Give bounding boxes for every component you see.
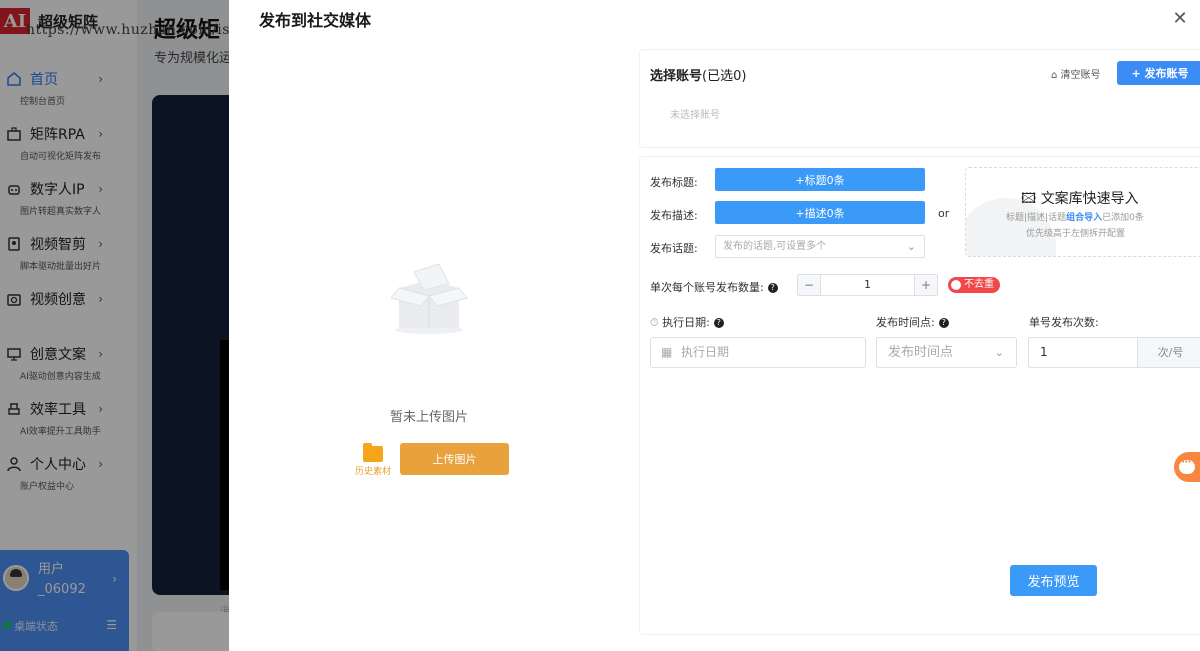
count-label: 单次每个账号发布数量:?	[650, 279, 778, 295]
clear-accounts-label: 清空账号	[1060, 70, 1101, 81]
date-placeholder: 执行日期	[681, 345, 730, 359]
decrement-button[interactable]: −	[798, 275, 820, 295]
import-desc-pre: 标题|描述|话题	[1006, 213, 1067, 223]
image-upload-panel: 暂未上传图片 历史素材 上传图片	[229, 48, 629, 634]
dedup-toggle[interactable]: 不去重	[948, 277, 1000, 293]
publish-preview-button[interactable]: 发布预览	[1010, 565, 1097, 596]
import-title: 🖾 文案库快速导入	[1021, 188, 1139, 212]
chevron-down-icon: ⌄	[994, 346, 1004, 359]
copy-library-import[interactable]: 🖾 文案库快速导入 标题|描述|话题组合导入已添加0条 优先级高于左侧拆开配置	[965, 167, 1200, 257]
history-materials-label: 历史素材	[354, 467, 391, 477]
date-label-text: 执行日期:	[662, 316, 710, 329]
count-value[interactable]: 1	[820, 275, 915, 295]
times-input[interactable]: 1 次/号	[1028, 337, 1200, 368]
date-label: ⏱ 执行日期:?	[650, 314, 724, 330]
desc-label: 发布描述:	[650, 209, 698, 222]
publish-form: 发布标题: +标题0条 发布描述: +描述0条 发布话题: 发布的话题,可设置多…	[639, 156, 1200, 635]
import-priority-note: 优先级高于左侧拆开配置	[1026, 229, 1126, 239]
time-placeholder: 发布时间点	[888, 345, 954, 360]
chat-support-button[interactable]	[1174, 452, 1200, 482]
increment-button[interactable]: +	[915, 275, 937, 295]
calendar-icon: ▦	[661, 345, 673, 359]
close-icon[interactable]: ✕	[1170, 8, 1190, 29]
or-text: or	[938, 207, 950, 220]
drawer-title: 发布到社交媒体	[259, 11, 372, 30]
time-select[interactable]: 发布时间点 ⌄	[876, 337, 1017, 368]
empty-state-text: 暂未上传图片	[389, 410, 468, 425]
account-selected-count: (已选0)	[702, 69, 747, 84]
import-desc-post: 已添加0条	[1102, 213, 1144, 223]
chevron-down-icon: ⌄	[906, 240, 916, 253]
topic-placeholder: 发布的话题,可设置多个	[723, 241, 827, 252]
time-label: 发布时间点:?	[876, 314, 949, 330]
count-label-text: 单次每个账号发布数量:	[650, 281, 764, 294]
import-desc: 标题|描述|话题组合导入已添加0条	[1006, 210, 1144, 223]
help-icon[interactable]: ?	[767, 283, 778, 293]
history-materials-button[interactable]: 历史素材	[353, 443, 393, 482]
times-value[interactable]: 1	[1040, 345, 1048, 359]
add-account-button[interactable]: + 发布账号	[1117, 61, 1200, 85]
lock-icon: ⌂	[1051, 70, 1061, 81]
image-icon: 🖾	[1021, 191, 1041, 207]
date-picker[interactable]: ▦ 执行日期	[650, 337, 866, 368]
account-title: 选择账号(已选0)	[650, 65, 746, 84]
chat-icon	[1179, 458, 1195, 474]
no-account-hint: 未选择账号	[670, 110, 720, 121]
topic-label: 发布话题:	[650, 242, 698, 255]
clear-accounts-button[interactable]: ⌂ 清空账号	[1051, 66, 1101, 81]
title-label: 发布标题:	[650, 176, 698, 189]
account-title-text: 选择账号	[650, 69, 703, 84]
topic-select[interactable]: 发布的话题,可设置多个 ⌄	[715, 235, 925, 258]
time-label-text: 发布时间点:	[876, 316, 935, 329]
count-stepper[interactable]: − 1 +	[797, 274, 938, 296]
clock-icon: ⏱	[650, 316, 663, 329]
help-icon[interactable]: ?	[713, 318, 724, 328]
times-label: 单号发布次数:	[1029, 316, 1099, 329]
empty-box-icon	[390, 263, 468, 334]
add-title-button[interactable]: +标题0条	[715, 168, 925, 191]
publish-drawer: 发布到社交媒体 ✕ 暂未上传图片 历史素材 上传图片 选择账号(已选0) ⌂ 清…	[229, 0, 1200, 651]
combo-import-link[interactable]: 组合导入	[1066, 213, 1102, 223]
account-section: 选择账号(已选0) ⌂ 清空账号 + 发布账号 未选择账号	[639, 49, 1200, 148]
times-suffix: 次/号	[1137, 338, 1200, 367]
upload-image-button[interactable]: 上传图片	[400, 443, 509, 475]
folder-icon	[363, 443, 383, 462]
add-desc-button[interactable]: +描述0条	[715, 201, 925, 224]
import-title-text: 文案库快速导入	[1040, 191, 1139, 207]
help-icon[interactable]: ?	[938, 318, 949, 328]
